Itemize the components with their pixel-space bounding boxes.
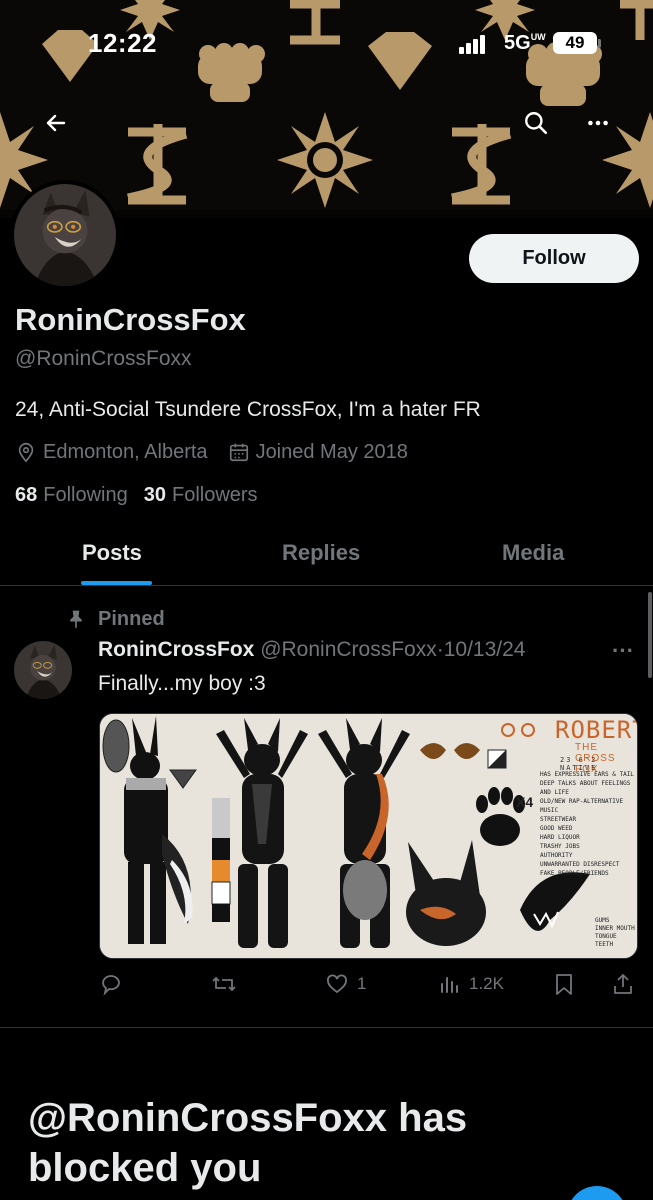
share-icon — [614, 974, 632, 994]
ref-title: ROBERT — [555, 716, 637, 744]
profile-joined: Joined May 2018 — [255, 440, 408, 463]
ref-mouth-label: INNER MOUTH — [595, 925, 635, 932]
location-pin-icon — [18, 442, 34, 463]
ref-trait: TRASHY JOBS — [540, 843, 580, 850]
bookmark-icon — [556, 974, 572, 995]
battery-nub — [598, 39, 601, 48]
ref-trait: UNWARRANTED DISRESPECT — [540, 861, 620, 868]
fox-avatar-image — [14, 641, 72, 699]
ref-mouth-label: GUMS — [595, 917, 610, 924]
following-count: 68 — [15, 484, 38, 506]
signal-icon — [459, 35, 485, 54]
ref-trait: HAS EXPRESSIVE EARS & TAIL — [540, 771, 634, 778]
tab-posts[interactable]: Posts — [82, 540, 142, 566]
status-time: 12:22 — [88, 28, 157, 58]
more-horizontal-icon — [588, 120, 608, 126]
following-label: Following — [43, 484, 128, 506]
follow-button[interactable]: Follow — [469, 234, 639, 283]
heart-icon — [327, 974, 347, 994]
ref-trait: GOOD WEED — [540, 825, 573, 832]
ref-trait: OLD/NEW RAP-ALTERNATIVE MUSIC — [540, 798, 624, 814]
ref-trait: STREETWEAR — [540, 816, 577, 823]
following-link[interactable]: 68 Following — [15, 484, 128, 507]
repost-button[interactable] — [211, 972, 237, 996]
ref-multiplier: X4 — [516, 794, 534, 810]
ref-mouth-label: TEETH — [595, 941, 614, 948]
share-button[interactable] — [611, 972, 635, 996]
battery-indicator: 49 — [553, 32, 597, 54]
post-separator: · — [436, 638, 444, 661]
search-icon — [525, 112, 548, 135]
profile-avatar[interactable] — [10, 180, 120, 290]
ref-trait: FAKE PEOPLE/FRIENDS — [540, 870, 609, 877]
post-more-button[interactable]: ··· — [612, 638, 634, 664]
repost-icon — [212, 977, 236, 991]
more-options-button[interactable] — [578, 103, 618, 143]
pin-icon — [70, 610, 82, 629]
search-button[interactable] — [516, 103, 556, 143]
tab-replies[interactable]: Replies — [282, 540, 360, 566]
calendar-icon — [229, 443, 248, 462]
ref-mouth-labels: GUMS INNER MOUTH TONGUE TEETH — [595, 917, 635, 949]
pinned-indicator: Pinned — [66, 606, 165, 632]
profile-tabs: Posts Replies Media — [0, 528, 653, 586]
scrollbar[interactable] — [648, 592, 652, 678]
post-header: RoninCrossFox @RoninCrossFoxx·10/13/24 — [98, 638, 525, 662]
network-label: 5GUW — [504, 32, 546, 54]
like-count: 1 — [357, 974, 367, 993]
post-actions: 1 1.2K — [99, 972, 639, 1002]
views-button[interactable]: 1.2K — [439, 972, 504, 996]
post-author-avatar[interactable] — [14, 641, 72, 699]
status-bar: 12:22 5GUW 49 — [0, 28, 653, 64]
ref-trait: AUTHORITY — [540, 852, 573, 859]
post-date[interactable]: 10/13/24 — [444, 638, 526, 661]
arrow-left-icon — [46, 114, 66, 132]
post-text: Finally...my boy :3 — [98, 672, 266, 695]
bookmark-button[interactable] — [553, 972, 575, 996]
active-tab-indicator — [81, 581, 152, 585]
followers-count: 30 — [143, 484, 166, 506]
like-button[interactable]: 1 — [325, 972, 366, 996]
followers-label: Followers — [171, 484, 258, 506]
post-author-name[interactable]: RoninCrossFox — [98, 638, 254, 661]
ref-trait: HARD LIQUOR — [540, 834, 580, 841]
back-button[interactable] — [36, 103, 76, 143]
views-chart-icon — [441, 977, 458, 993]
pinned-label: Pinned — [98, 607, 165, 630]
reply-button[interactable] — [99, 972, 123, 996]
reply-icon — [102, 975, 120, 996]
display-name: RoninCrossFox — [15, 302, 246, 337]
views-count: 1.2K — [469, 974, 504, 993]
profile-bio: 24, Anti-Social Tsundere CrossFox, I'm a… — [15, 398, 481, 421]
profile-meta: Edmonton, Alberta Joined May 2018 — [15, 439, 408, 465]
profile-location: Edmonton, Alberta — [43, 440, 208, 463]
post-media-image[interactable]: ROBERT THE CROSS FOX 23 6'2 NATIVE X4 HA… — [99, 713, 638, 959]
ref-mouth-label: TONGUE — [595, 933, 617, 940]
ref-trait: DEEP TALKS ABOUT FEELINGS AND LIFE — [540, 780, 631, 796]
follow-counts: 68 Following 30 Followers — [15, 484, 258, 507]
fox-avatar-image — [14, 184, 116, 286]
tab-media[interactable]: Media — [502, 540, 564, 566]
blocked-message: @RoninCrossFoxx has blocked you — [28, 1096, 468, 1190]
profile-handle: @RoninCrossFoxx — [15, 347, 192, 370]
followers-link[interactable]: 30 Followers — [144, 484, 258, 507]
ref-traits: HAS EXPRESSIVE EARS & TAIL DEEP TALKS AB… — [540, 770, 635, 878]
section-divider — [0, 1027, 653, 1028]
post-author-handle[interactable]: @RoninCrossFoxx — [260, 638, 437, 661]
